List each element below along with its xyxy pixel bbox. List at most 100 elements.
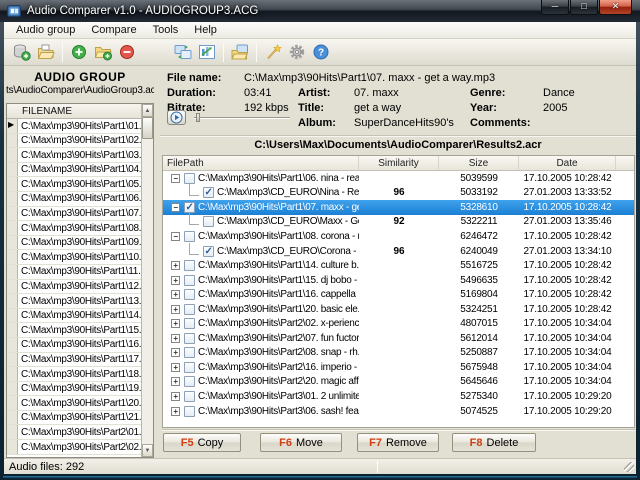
play-button[interactable] bbox=[167, 110, 186, 125]
minimize-button[interactable]: ─ bbox=[541, 0, 569, 15]
tree-row[interactable]: +C:\Max\mp3\90Hits\Part3\01. 2 unlimite.… bbox=[163, 389, 634, 404]
expand-icon[interactable]: + bbox=[171, 276, 180, 285]
tree-row[interactable]: +C:\Max\mp3\90Hits\Part2\08. snap - rh..… bbox=[163, 346, 634, 361]
tree-row[interactable]: +C:\Max\mp3\90Hits\Part1\20. basic ele..… bbox=[163, 302, 634, 317]
checkbox[interactable] bbox=[184, 406, 195, 417]
column-header-size[interactable]: Size bbox=[439, 156, 519, 170]
collapse-icon[interactable]: − bbox=[171, 203, 180, 212]
close-button[interactable]: ✕ bbox=[599, 0, 632, 15]
add-files-icon[interactable] bbox=[67, 41, 91, 63]
open-group-icon[interactable] bbox=[34, 41, 58, 63]
checkbox[interactable] bbox=[203, 187, 214, 198]
list-item[interactable]: C:\Max\mp3\90Hits\Part1\13. a bbox=[7, 294, 142, 309]
resize-grip-icon[interactable] bbox=[624, 462, 634, 472]
checkbox[interactable] bbox=[184, 304, 195, 315]
delete-button[interactable]: F8Delete bbox=[452, 433, 536, 452]
list-item[interactable]: ▶C:\Max\mp3\90Hits\Part1\01. l bbox=[7, 119, 142, 134]
tree-row[interactable]: +C:\Max\mp3\90Hits\Part2\07. fun fuctor.… bbox=[163, 331, 634, 346]
list-item[interactable]: C:\Max\mp3\90Hits\Part1\09. l bbox=[7, 236, 142, 251]
wizard-icon[interactable] bbox=[261, 41, 285, 63]
checkbox[interactable] bbox=[203, 216, 214, 227]
expand-icon[interactable]: + bbox=[171, 348, 180, 357]
list-item[interactable]: C:\Max\mp3\90Hits\Part1\20. basic bbox=[7, 396, 142, 411]
list-item[interactable]: C:\Max\mp3\90Hits\Part1\15. dj bobo bbox=[7, 323, 142, 338]
list-item[interactable]: C:\Max\mp3\90Hits\Part1\21. a bbox=[7, 411, 142, 426]
list-item[interactable]: C:\Max\mp3\90Hits\Part1\12. a bbox=[7, 280, 142, 295]
list-item[interactable]: C:\Max\mp3\90Hits\Part1\05. a bbox=[7, 177, 142, 192]
add-folder-icon[interactable] bbox=[91, 41, 115, 63]
checkbox[interactable] bbox=[184, 289, 195, 300]
checkbox[interactable] bbox=[203, 246, 214, 257]
expand-icon[interactable]: + bbox=[171, 290, 180, 299]
tree-row[interactable]: +C:\Max\mp3\90Hits\Part2\16. imperio - .… bbox=[163, 360, 634, 375]
list-item[interactable]: C:\Max\mp3\90Hits\Part1\11. a bbox=[7, 265, 142, 280]
checkbox[interactable] bbox=[184, 260, 195, 271]
slider-thumb[interactable] bbox=[196, 113, 200, 122]
checkbox[interactable] bbox=[184, 202, 195, 213]
new-group-icon[interactable] bbox=[10, 41, 34, 63]
expand-icon[interactable]: + bbox=[171, 377, 180, 386]
tree-row[interactable]: C:\Max\mp3\CD_EURO\Maxx - Get...92532221… bbox=[163, 215, 634, 230]
tree-row[interactable]: +C:\Max\mp3\90Hits\Part1\15. dj bobo - .… bbox=[163, 273, 634, 288]
scroll-up-icon[interactable]: ▲ bbox=[142, 104, 153, 117]
list-item[interactable]: C:\Max\mp3\90Hits\Part2\01. s bbox=[7, 425, 142, 440]
list-item[interactable]: C:\Max\mp3\90Hits\Part1\08. corona bbox=[7, 221, 142, 236]
maximize-button[interactable]: □ bbox=[570, 0, 598, 15]
settings-icon[interactable] bbox=[285, 41, 309, 63]
checkbox[interactable] bbox=[184, 391, 195, 402]
tree-row[interactable]: +C:\Max\mp3\90Hits\Part1\16. cappella ..… bbox=[163, 287, 634, 302]
tree-row[interactable]: C:\Max\mp3\CD_EURO\Nina - Rea...96503319… bbox=[163, 186, 634, 201]
menu-item-compare[interactable]: Compare bbox=[83, 23, 144, 37]
collapse-icon[interactable]: − bbox=[171, 174, 180, 183]
tree-row[interactable]: +C:\Max\mp3\90Hits\Part2\02. x-perienc..… bbox=[163, 316, 634, 331]
scroll-down-icon[interactable]: ▼ bbox=[142, 444, 153, 457]
expand-icon[interactable]: + bbox=[171, 334, 180, 343]
move-button[interactable]: F6Move bbox=[260, 433, 342, 452]
remove-files-icon[interactable] bbox=[115, 41, 139, 63]
list-item[interactable]: C:\Max\mp3\90Hits\Part2\02. s bbox=[7, 440, 142, 455]
results-icon[interactable] bbox=[195, 41, 219, 63]
list-item[interactable]: C:\Max\mp3\90Hits\Part1\07. maxx bbox=[7, 207, 142, 222]
list-item[interactable]: C:\Max\mp3\90Hits\Part1\19. j bbox=[7, 382, 142, 397]
column-header-date[interactable]: Date bbox=[519, 156, 616, 170]
list-item[interactable]: C:\Max\mp3\90Hits\Part1\10. a bbox=[7, 250, 142, 265]
compare-icon[interactable] bbox=[171, 41, 195, 63]
expand-icon[interactable]: + bbox=[171, 392, 180, 401]
list-item[interactable]: C:\Max\mp3\90Hits\Part1\02. l bbox=[7, 134, 142, 149]
checkbox[interactable] bbox=[184, 318, 195, 329]
expand-icon[interactable]: + bbox=[171, 305, 180, 314]
expand-icon[interactable]: + bbox=[171, 261, 180, 270]
tree-row[interactable]: −C:\Max\mp3\90Hits\Part1\06. nina - rea.… bbox=[163, 171, 634, 186]
list-item[interactable]: C:\Max\mp3\90Hits\Part1\04. 2 bbox=[7, 163, 142, 178]
list-item[interactable]: C:\Max\mp3\90Hits\Part1\17. a bbox=[7, 353, 142, 368]
tree-row[interactable]: −C:\Max\mp3\90Hits\Part1\07. maxx - ge..… bbox=[163, 200, 634, 215]
list-item[interactable]: C:\Max\mp3\90Hits\Part1\06. nina bbox=[7, 192, 142, 207]
column-header-filepath[interactable]: FilePath bbox=[163, 156, 359, 170]
checkbox[interactable] bbox=[184, 362, 195, 373]
checkbox[interactable] bbox=[184, 333, 195, 344]
tree-row[interactable]: C:\Max\mp3\CD_EURO\Corona - R...96624004… bbox=[163, 244, 634, 259]
checkbox[interactable] bbox=[184, 347, 195, 358]
list-item[interactable]: C:\Max\mp3\90Hits\Part1\14. culture bbox=[7, 309, 142, 324]
tree-row[interactable]: +C:\Max\mp3\90Hits\Part2\20. magic aff..… bbox=[163, 375, 634, 390]
tree-row[interactable]: +C:\Max\mp3\90Hits\Part3\06. sash! fea..… bbox=[163, 404, 634, 419]
filename-scrollbar[interactable]: ▲ ▼ bbox=[141, 104, 153, 457]
checkbox[interactable] bbox=[184, 231, 195, 242]
tree-row[interactable]: +C:\Max\mp3\90Hits\Part1\14. culture b..… bbox=[163, 258, 634, 273]
list-item[interactable]: C:\Max\mp3\90Hits\Part1\16. cappella bbox=[7, 338, 142, 353]
expand-icon[interactable]: + bbox=[171, 363, 180, 372]
list-item[interactable]: C:\Max\mp3\90Hits\Part1\03. n bbox=[7, 148, 142, 163]
playback-slider[interactable] bbox=[194, 117, 290, 119]
column-header-similarity[interactable]: Similarity bbox=[359, 156, 439, 170]
remove-button[interactable]: F7Remove bbox=[357, 433, 439, 452]
list-item[interactable]: C:\Max\mp3\90Hits\Part1\18. i bbox=[7, 367, 142, 382]
scrollbar-thumb[interactable] bbox=[142, 117, 153, 139]
menu-item-audio-group[interactable]: Audio group bbox=[8, 23, 83, 37]
menu-item-tools[interactable]: Tools bbox=[145, 23, 187, 37]
title-bar[interactable]: Audio Comparer v1.0 - AUDIOGROUP3.ACG ─ … bbox=[0, 0, 640, 22]
checkbox[interactable] bbox=[184, 376, 195, 387]
menu-item-help[interactable]: Help bbox=[186, 23, 225, 37]
help-icon[interactable]: ? bbox=[309, 41, 333, 63]
expand-icon[interactable]: + bbox=[171, 407, 180, 416]
tree-row[interactable]: −C:\Max\mp3\90Hits\Part1\08. corona - r.… bbox=[163, 229, 634, 244]
